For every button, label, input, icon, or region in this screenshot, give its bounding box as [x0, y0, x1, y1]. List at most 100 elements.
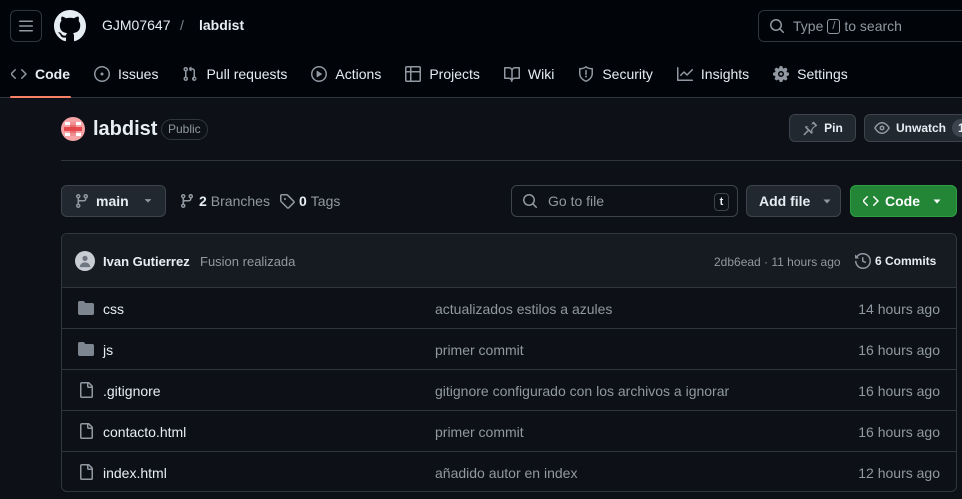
breadcrumb-separator: /	[180, 17, 184, 33]
add-file-button[interactable]: Add file	[746, 185, 841, 217]
file-commit-message[interactable]: primer commit	[435, 424, 524, 440]
branches-link[interactable]: 2 Branches	[179, 193, 270, 209]
tab-settings-label: Settings	[797, 66, 848, 82]
file-commit-time: 16 hours ago	[858, 424, 940, 440]
repo-nav: Code Issues Pull requests Actions Projec…	[0, 58, 861, 98]
tag-icon	[280, 194, 295, 209]
commit-hash-time[interactable]: 2db6ead · 11 hours ago	[714, 255, 841, 269]
tab-wiki-label: Wiki	[527, 66, 555, 82]
branch-select-button[interactable]: main	[61, 185, 166, 217]
search-shortcut-key: /	[827, 18, 841, 34]
shield-icon	[579, 66, 594, 82]
tab-security-label: Security	[602, 66, 653, 82]
folder-icon	[78, 301, 94, 315]
file-name-link[interactable]: .gitignore	[103, 383, 161, 399]
repo-title[interactable]: labdist	[93, 118, 157, 141]
tab-projects-label: Projects	[429, 66, 480, 82]
add-file-label: Add file	[759, 193, 811, 209]
github-logo-icon[interactable]	[54, 10, 86, 42]
file-table: Ivan Gutierrez Fusion realizada 2db6ead …	[61, 233, 957, 492]
tab-pull-requests[interactable]: Pull requests	[171, 58, 298, 90]
file-commit-message[interactable]: actualizados estilos a azules	[435, 301, 612, 317]
menu-button[interactable]	[10, 10, 42, 42]
file-commit-message[interactable]: gitignore configurado con los archivos a…	[435, 383, 729, 399]
file-row[interactable]: index.html añadido autor en index 12 hou…	[62, 452, 956, 491]
code-dropdown-button[interactable]: Code	[850, 185, 957, 217]
pin-button[interactable]: Pin	[789, 114, 856, 142]
file-name-link[interactable]: js	[103, 342, 113, 358]
file-commit-time: 16 hours ago	[858, 342, 940, 358]
file-name-link[interactable]: contacto.html	[103, 424, 186, 440]
commit-message[interactable]: Fusion realizada	[200, 254, 295, 269]
global-header: GJM07647 / labdist Type / to search Code…	[0, 0, 962, 98]
caret-down-icon	[144, 199, 151, 203]
title-divider	[61, 160, 962, 161]
go-to-file-shortcut-key: t	[714, 193, 729, 211]
hamburger-icon	[19, 20, 33, 32]
commits-count-label: 6 Commits	[875, 254, 937, 268]
branches-label: Branches	[210, 193, 270, 209]
code-button-label: Code	[885, 193, 920, 209]
play-icon	[311, 66, 328, 82]
unwatch-label: Unwatch	[896, 121, 947, 135]
file-icon	[80, 423, 93, 439]
branches-count: 2	[199, 193, 207, 209]
branch-icon	[181, 193, 193, 209]
commit-author-avatar[interactable]	[75, 251, 95, 271]
gear-icon	[773, 66, 790, 82]
file-row[interactable]: .gitignore gitignore configurado con los…	[62, 370, 956, 411]
tags-link[interactable]: 0 Tags	[279, 193, 340, 209]
file-row[interactable]: css actualizados estilos a azules 14 hou…	[62, 288, 956, 329]
search-prefix: Type	[793, 18, 824, 34]
repo-breadcrumb-link[interactable]: labdist	[199, 17, 244, 33]
repo-owner-avatar[interactable]	[61, 117, 85, 141]
folder-icon	[78, 342, 94, 356]
tab-code[interactable]: Code	[0, 58, 81, 98]
eye-icon	[874, 122, 890, 134]
file-commit-message[interactable]: primer commit	[435, 342, 524, 358]
code-icon	[11, 69, 27, 79]
tab-actions[interactable]: Actions	[300, 58, 392, 90]
pull-request-icon	[183, 66, 197, 82]
file-commit-time: 14 hours ago	[858, 301, 940, 317]
go-to-file-input[interactable]: Go to file t	[511, 185, 738, 217]
branch-icon	[76, 193, 88, 209]
issues-icon	[94, 66, 110, 82]
watch-count-badge: 1	[952, 119, 962, 137]
tags-label: Tags	[310, 193, 341, 209]
file-icon	[80, 464, 93, 480]
file-name-link[interactable]: css	[103, 301, 124, 317]
owner-link[interactable]: GJM07647	[102, 17, 170, 33]
table-icon	[405, 66, 422, 82]
tab-pull-requests-label: Pull requests	[206, 66, 288, 82]
visibility-badge: Public	[161, 119, 208, 140]
tab-actions-label: Actions	[335, 66, 382, 82]
commits-link[interactable]: 6 Commits	[855, 253, 936, 269]
latest-commit-bar: Ivan Gutierrez Fusion realizada 2db6ead …	[62, 234, 956, 288]
tab-code-label: Code	[35, 66, 70, 82]
file-commit-time: 12 hours ago	[858, 465, 940, 481]
branch-name: main	[96, 193, 129, 209]
tab-security[interactable]: Security	[567, 58, 664, 90]
book-icon	[503, 66, 520, 82]
code-icon	[863, 196, 879, 206]
tab-insights-label: Insights	[700, 66, 750, 82]
pin-icon	[803, 121, 818, 136]
tab-settings[interactable]: Settings	[762, 58, 859, 90]
global-search-input[interactable]: Type / to search	[758, 10, 962, 42]
commit-author[interactable]: Ivan Gutierrez	[103, 254, 190, 269]
file-commit-message[interactable]: añadido autor en index	[435, 465, 577, 481]
tab-insights[interactable]: Insights	[666, 58, 760, 90]
file-name-link[interactable]: index.html	[103, 465, 167, 481]
file-row[interactable]: contacto.html primer commit 16 hours ago	[62, 411, 956, 452]
file-row[interactable]: js primer commit 16 hours ago	[62, 329, 956, 370]
search-icon	[523, 194, 538, 209]
caret-down-icon	[933, 199, 941, 204]
tags-count: 0	[299, 193, 307, 209]
tab-wiki[interactable]: Wiki	[493, 58, 565, 90]
unwatch-button[interactable]: Unwatch 1	[864, 114, 962, 142]
file-commit-time: 16 hours ago	[858, 383, 940, 399]
tab-projects[interactable]: Projects	[394, 58, 491, 90]
tab-issues[interactable]: Issues	[83, 58, 169, 90]
pin-label: Pin	[824, 121, 843, 135]
